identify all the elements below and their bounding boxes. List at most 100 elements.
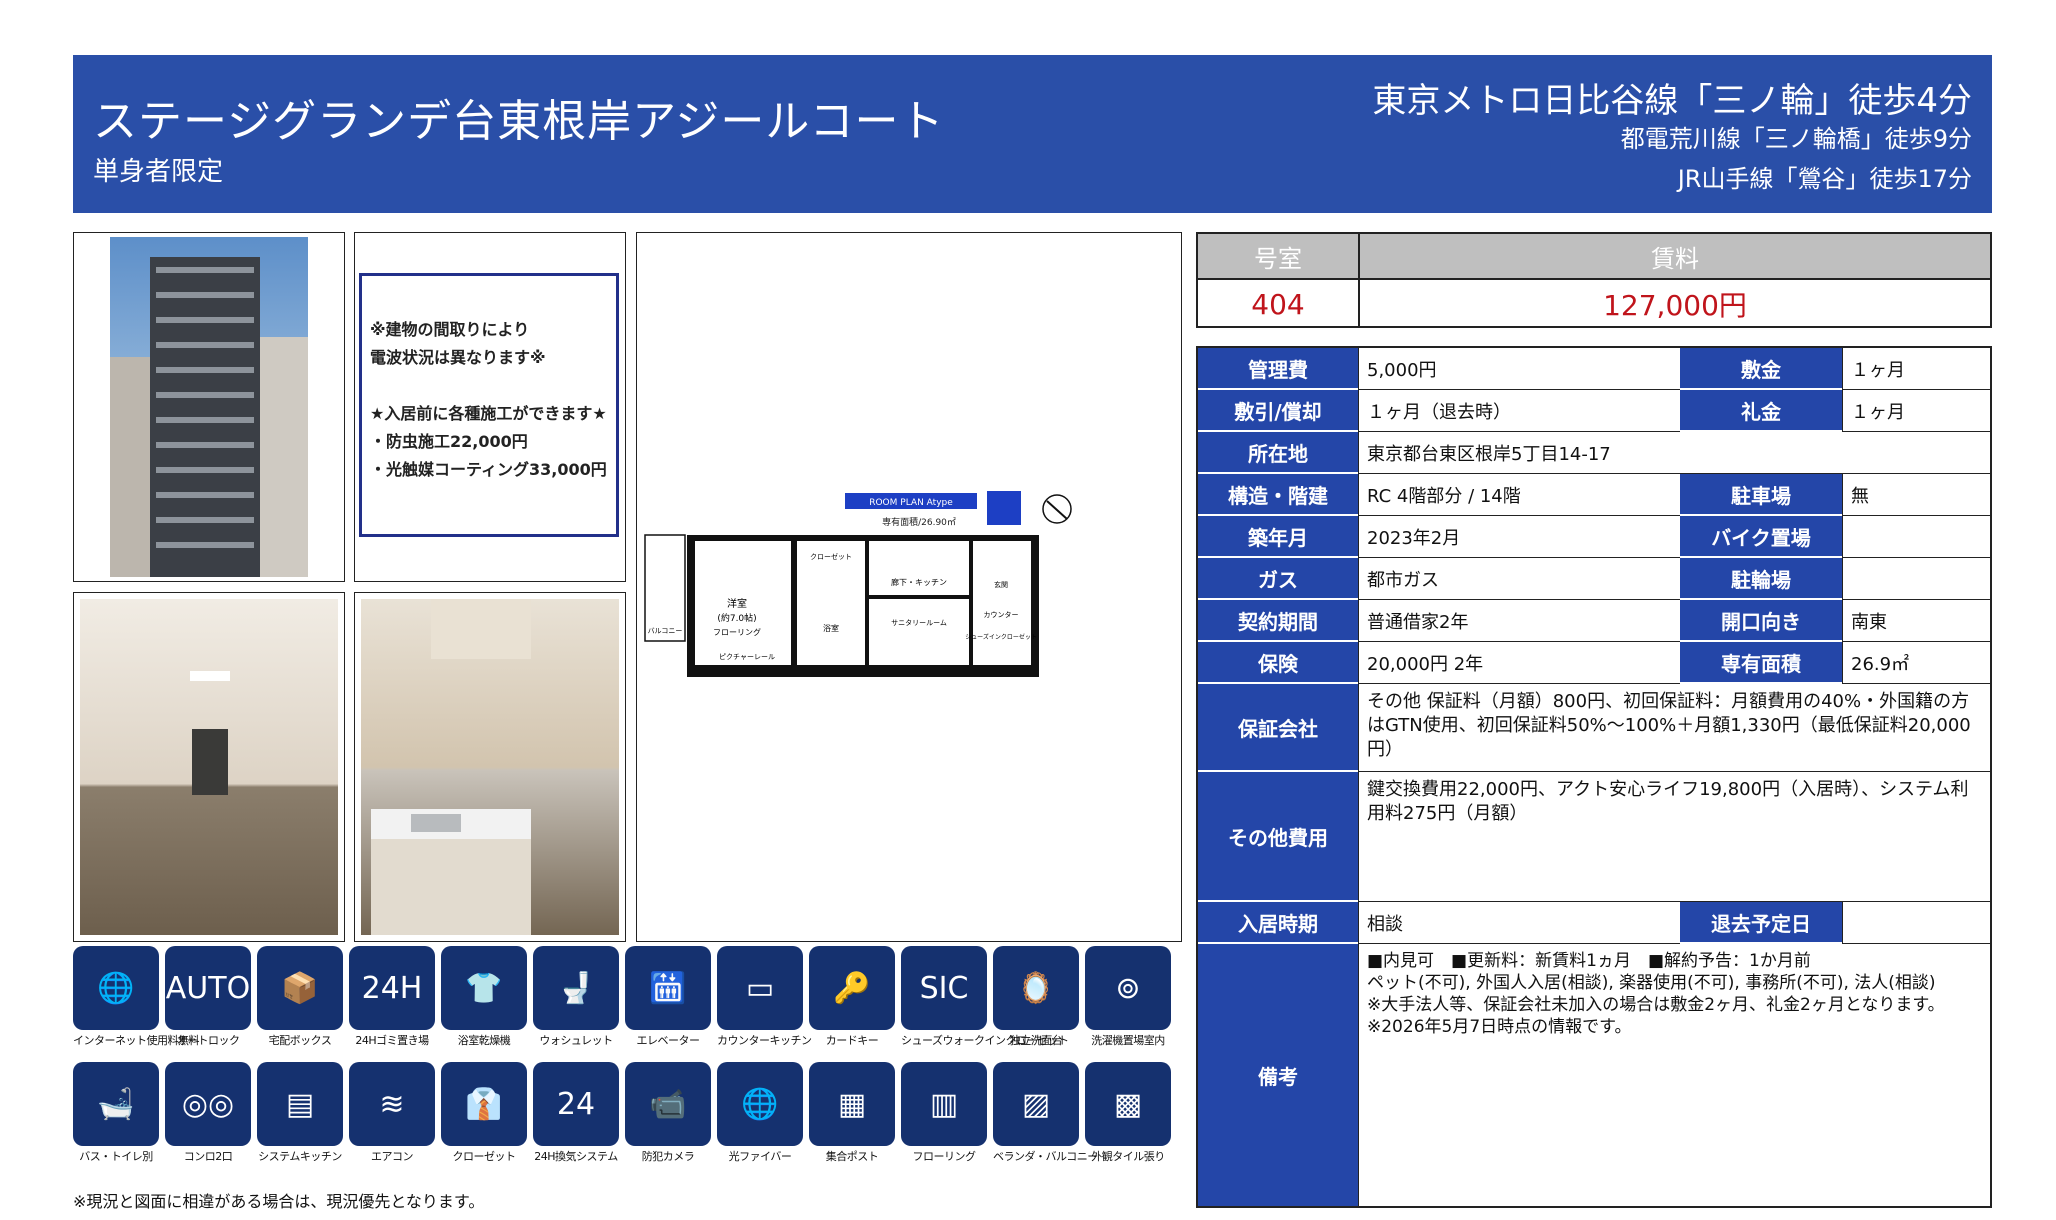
amenity-label: クローゼット bbox=[452, 1150, 517, 1163]
room-photo bbox=[80, 599, 338, 935]
amenity-item: ◎◎ コンロ2口 bbox=[165, 1062, 251, 1172]
bath-toilet-icon: 🛁 bbox=[73, 1062, 159, 1146]
plan-room-size: (約7.0帖) bbox=[717, 612, 756, 624]
room-illustration bbox=[190, 671, 230, 795]
amenity-item: ▥ フローリング bbox=[901, 1062, 987, 1172]
plan-counter-label: カウンター bbox=[984, 610, 1019, 619]
plan-entrance-label: 玄関 bbox=[994, 580, 1008, 589]
amenity-label: 光ファイバー bbox=[728, 1150, 792, 1163]
autolock-icon: AUTO bbox=[165, 946, 251, 1030]
shikibiki-label: 敷引/償却 bbox=[1198, 390, 1358, 432]
station-access-1: 東京メトロ日比谷線「三ノ輪」徒歩4分 bbox=[1372, 81, 1972, 121]
amenity-label: 集合ポスト bbox=[825, 1150, 879, 1163]
amenity-label: カードキー bbox=[825, 1034, 879, 1047]
plan-kitchen-label: 廊下・キッチン bbox=[891, 577, 947, 587]
amenity-item: 👔 クローゼット bbox=[441, 1062, 527, 1172]
washlet-icon: 🚽 bbox=[533, 946, 619, 1030]
floorplan-drawing: ROOM PLAN Atype 専有面積/26.90㎡ 洋室 (約7.0帖) フ… bbox=[644, 491, 1072, 677]
plan-flooring-label: フローリング bbox=[713, 627, 761, 637]
amenity-label: 24Hゴミ置き場 bbox=[355, 1034, 429, 1047]
amenity-label: 宅配ボックス bbox=[268, 1034, 332, 1047]
remarks-line-4: ※2026年5月7日時点の情報です。 bbox=[1367, 1017, 1632, 1037]
balcony-icon: ▨ bbox=[993, 1062, 1079, 1146]
moveout-value bbox=[1842, 902, 1990, 944]
trash-24h-icon: 24H bbox=[349, 946, 435, 1030]
built-label: 築年月 bbox=[1198, 516, 1358, 558]
amenity-label: 外観タイル張り bbox=[1091, 1150, 1165, 1163]
flooring-icon: ▥ bbox=[901, 1062, 987, 1146]
elevator-icon: 🛗 bbox=[625, 946, 711, 1030]
kanri-value: 5,000円 bbox=[1358, 348, 1680, 390]
plan-balcony-label: バルコニー bbox=[648, 627, 683, 635]
kitchen-photo bbox=[361, 599, 619, 935]
plan-area-label: 専有面積/26.90㎡ bbox=[882, 516, 956, 528]
station-access-3: JR山手線「鶯谷」徒歩17分 bbox=[1677, 165, 1972, 193]
floorplan-frame: ROOM PLAN Atype 専有面積/26.90㎡ 洋室 (約7.0帖) フ… bbox=[636, 232, 1182, 942]
shikibiki-value: １ヶ月（退去時） bbox=[1358, 390, 1680, 432]
other-fees-label: その他費用 bbox=[1198, 772, 1358, 902]
amenity-item: AUTO オートロック bbox=[165, 946, 251, 1056]
notice-line-1: ※建物の間取りにより bbox=[370, 320, 530, 339]
amenity-item: ≋ エアコン bbox=[349, 1062, 435, 1172]
exterior-photo bbox=[110, 237, 308, 577]
station-access-2: 都電荒川線「三ノ輪橋」徒歩9分 bbox=[1620, 125, 1972, 153]
structure-value: RC 4階部分 / 14階 bbox=[1358, 474, 1680, 516]
bicycle-label: 駐輪場 bbox=[1680, 558, 1842, 600]
plan-picture-rail-label: ピクチャーレール bbox=[719, 653, 775, 661]
amenity-label: 独立洗面台 bbox=[1009, 1034, 1063, 1047]
amenity-item: 👕 浴室乾燥機 bbox=[441, 946, 527, 1056]
kitchen-photo-frame bbox=[354, 592, 626, 942]
notice-box: ※建物の間取りにより 電波状況は異なります※ ★入居前に各種施工ができます★ ・… bbox=[359, 273, 619, 537]
amenity-label: 防犯カメラ bbox=[641, 1150, 695, 1163]
rent-value: 127,000円 bbox=[1603, 289, 1747, 322]
contract-label: 契約期間 bbox=[1198, 600, 1358, 642]
other-fees-value: 鍵交換費用22,000円、アクト安心ライフ19,800円（入居時）、システム利用… bbox=[1358, 772, 1990, 902]
insurance-value: 20,000円 2年 bbox=[1358, 642, 1680, 684]
remarks-line-1: ■内見可 ■更新料：新賃料1ヵ月 ■解約予告：1か月前 bbox=[1367, 951, 1811, 971]
closet-icon: 👔 bbox=[441, 1062, 527, 1146]
facing-value: 南東 bbox=[1842, 600, 1990, 642]
notice-line-4: ・防虫施工22,000円 bbox=[370, 432, 528, 451]
guarantee-label: 保証会社 bbox=[1198, 684, 1358, 772]
area-value: 26.9㎡ bbox=[1842, 642, 1990, 684]
amenity-label: 24H換気システム bbox=[534, 1150, 618, 1163]
amenity-label: シューズウォークインクローゼット bbox=[901, 1034, 1069, 1047]
amenity-label: コンロ2口 bbox=[183, 1150, 233, 1163]
notice-line-5: ・光触媒コーティング33,000円 bbox=[370, 460, 607, 479]
stove-icon: ◎◎ bbox=[165, 1062, 251, 1146]
plan-room-label: 洋室 bbox=[727, 597, 747, 610]
rent-table: 号室 賃料 404 127,000円 bbox=[1196, 232, 1992, 328]
amenity-label: カウンターキッチン bbox=[717, 1034, 812, 1047]
parking-label: 駐車場 bbox=[1680, 474, 1842, 516]
sic-icon: SIC bbox=[901, 946, 987, 1030]
amenity-item: 🌐 インターネット使用料無料 bbox=[73, 946, 200, 1056]
address-value: 東京都台東区根岸5丁目14-17 bbox=[1358, 432, 1990, 474]
amenity-item: ▭ カウンターキッチン bbox=[717, 946, 812, 1056]
amenity-item: 🚽 ウォシュレット bbox=[533, 946, 619, 1056]
moveout-label: 退去予定日 bbox=[1680, 902, 1842, 944]
bike-value bbox=[1842, 516, 1990, 558]
amenity-item: ▩ 外観タイル張り bbox=[1085, 1062, 1171, 1172]
amenity-label: エアコン bbox=[371, 1150, 414, 1163]
facing-label: 開口向き bbox=[1680, 600, 1842, 642]
vanity-icon: 🪞 bbox=[993, 946, 1079, 1030]
plan-sanitary-label: サニタリールーム bbox=[891, 618, 947, 627]
exterior-photo-frame bbox=[73, 232, 345, 582]
amenity-label: オートロック bbox=[176, 1034, 241, 1047]
notice-frame: ※建物の間取りにより 電波状況は異なります※ ★入居前に各種施工ができます★ ・… bbox=[354, 232, 626, 582]
amenity-item: ▨ ベランダ・バルコニー bbox=[993, 1062, 1098, 1172]
amenity-item: 🛁 バス・トイレ別 bbox=[73, 1062, 159, 1172]
footnote: ※現況と図面に相違がある場合は、現況優先となります。 bbox=[73, 1192, 485, 1211]
remarks-value: ■内見可 ■更新料：新賃料1ヵ月 ■解約予告：1か月前 ペット(不可), 外国人… bbox=[1358, 944, 1990, 1206]
remarks-line-3: ※大手法人等、保証会社未加入の場合は敷金2ヶ月、礼金2ヶ月となります。 bbox=[1367, 995, 1945, 1015]
building-illustration bbox=[110, 257, 308, 577]
header-banner: ステージグランデ台東根岸アジールコート 単身者限定 東京メトロ日比谷線「三ノ輪」… bbox=[73, 55, 1992, 213]
amenity-label: ウォシュレット bbox=[539, 1034, 613, 1047]
amenity-item: ▤ システムキッチン bbox=[257, 1062, 343, 1172]
amenity-label: 浴室乾燥機 bbox=[457, 1034, 511, 1047]
amenity-label: バス・トイレ別 bbox=[79, 1150, 153, 1163]
bike-label: バイク置場 bbox=[1680, 516, 1842, 558]
card-key-icon: 🔑 bbox=[809, 946, 895, 1030]
tile-icon: ▩ bbox=[1085, 1062, 1171, 1146]
shikikin-value: １ヶ月 bbox=[1842, 348, 1990, 390]
